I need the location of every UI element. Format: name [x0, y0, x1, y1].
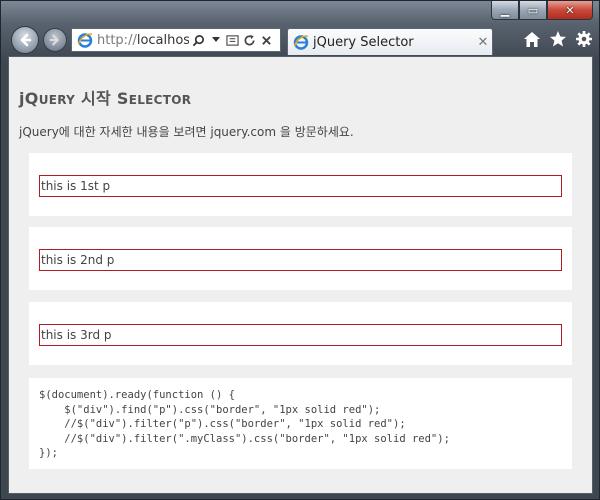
- refresh-icon[interactable]: [242, 32, 257, 48]
- title-part: 시작: [75, 89, 117, 108]
- tools-gear-icon[interactable]: [575, 29, 593, 49]
- paragraph: this is 3rd p: [39, 324, 562, 346]
- page-title: jQUERY 시작 SELECTOR: [19, 85, 191, 109]
- content-div: this is 3rd p: [29, 302, 572, 365]
- title-part: ELECTOR: [128, 93, 192, 107]
- tab-close-button[interactable]: ✕: [474, 35, 492, 50]
- url-host: localhost:: [136, 32, 189, 48]
- stop-icon[interactable]: [259, 32, 274, 48]
- content-div: this is 1st p: [29, 153, 572, 216]
- address-bar-actions: [191, 32, 274, 48]
- code-line: $(document).ready(function () {: [39, 389, 235, 401]
- tab-title: jQuery Selector: [313, 34, 414, 50]
- ie-logo-icon: [293, 35, 309, 50]
- code-line: $("div").find("p").css("border", "1px so…: [39, 403, 381, 416]
- address-bar[interactable]: http://localhost:: [71, 28, 281, 52]
- paragraph: this is 1st p: [39, 175, 562, 197]
- compatibility-icon[interactable]: [225, 32, 240, 48]
- back-icon: [20, 33, 32, 47]
- title-part: S: [116, 89, 129, 108]
- close-window-button[interactable]: ✕: [547, 1, 593, 20]
- address-url[interactable]: http://localhost:: [97, 33, 189, 48]
- navigation-bar: http://localhost:: [9, 25, 593, 55]
- title-part: Q: [24, 89, 39, 108]
- paragraph: this is 2nd p: [39, 249, 562, 271]
- dropdown-icon[interactable]: [208, 32, 223, 48]
- page-viewport: jQUERY 시작 SELECTOR jQuery에 대한 자세한 내용을 보려…: [8, 56, 593, 494]
- tab-jquery-selector[interactable]: jQuery Selector ✕: [287, 28, 493, 55]
- close-icon: ✕: [565, 3, 575, 17]
- maximize-button[interactable]: ▭: [519, 1, 547, 20]
- title-part: UERY: [38, 93, 76, 107]
- page-description: jQuery에 대한 자세한 내용을 보려면 jquery.com 을 방문하세…: [19, 125, 354, 139]
- forward-icon: [49, 34, 59, 46]
- window-caption-buttons: ▁ ▭ ✕: [491, 1, 593, 20]
- ie-logo-icon: [77, 33, 93, 48]
- minimize-button[interactable]: ▁: [491, 1, 519, 20]
- search-icon[interactable]: [191, 32, 206, 48]
- code-line: //$("div").filter("p").css("border", "1p…: [39, 418, 406, 430]
- code-line: });: [39, 447, 58, 459]
- browser-window: ▁ ▭ ✕ http://localhost:: [0, 0, 600, 500]
- maximize-icon: ▭: [527, 3, 539, 17]
- home-icon[interactable]: [523, 29, 541, 49]
- code-block: $(document).ready(function () { $("div")…: [29, 378, 572, 469]
- browser-toolbar: [523, 29, 593, 49]
- minimize-icon: ▁: [500, 3, 510, 17]
- forward-button[interactable]: [43, 28, 67, 52]
- url-scheme: http://: [97, 32, 137, 48]
- back-button[interactable]: [11, 26, 39, 54]
- favorites-star-icon[interactable]: [549, 29, 567, 49]
- content-div: this is 2nd p: [29, 227, 572, 290]
- code-line: //$("div").filter(".myClass").css("borde…: [39, 432, 450, 445]
